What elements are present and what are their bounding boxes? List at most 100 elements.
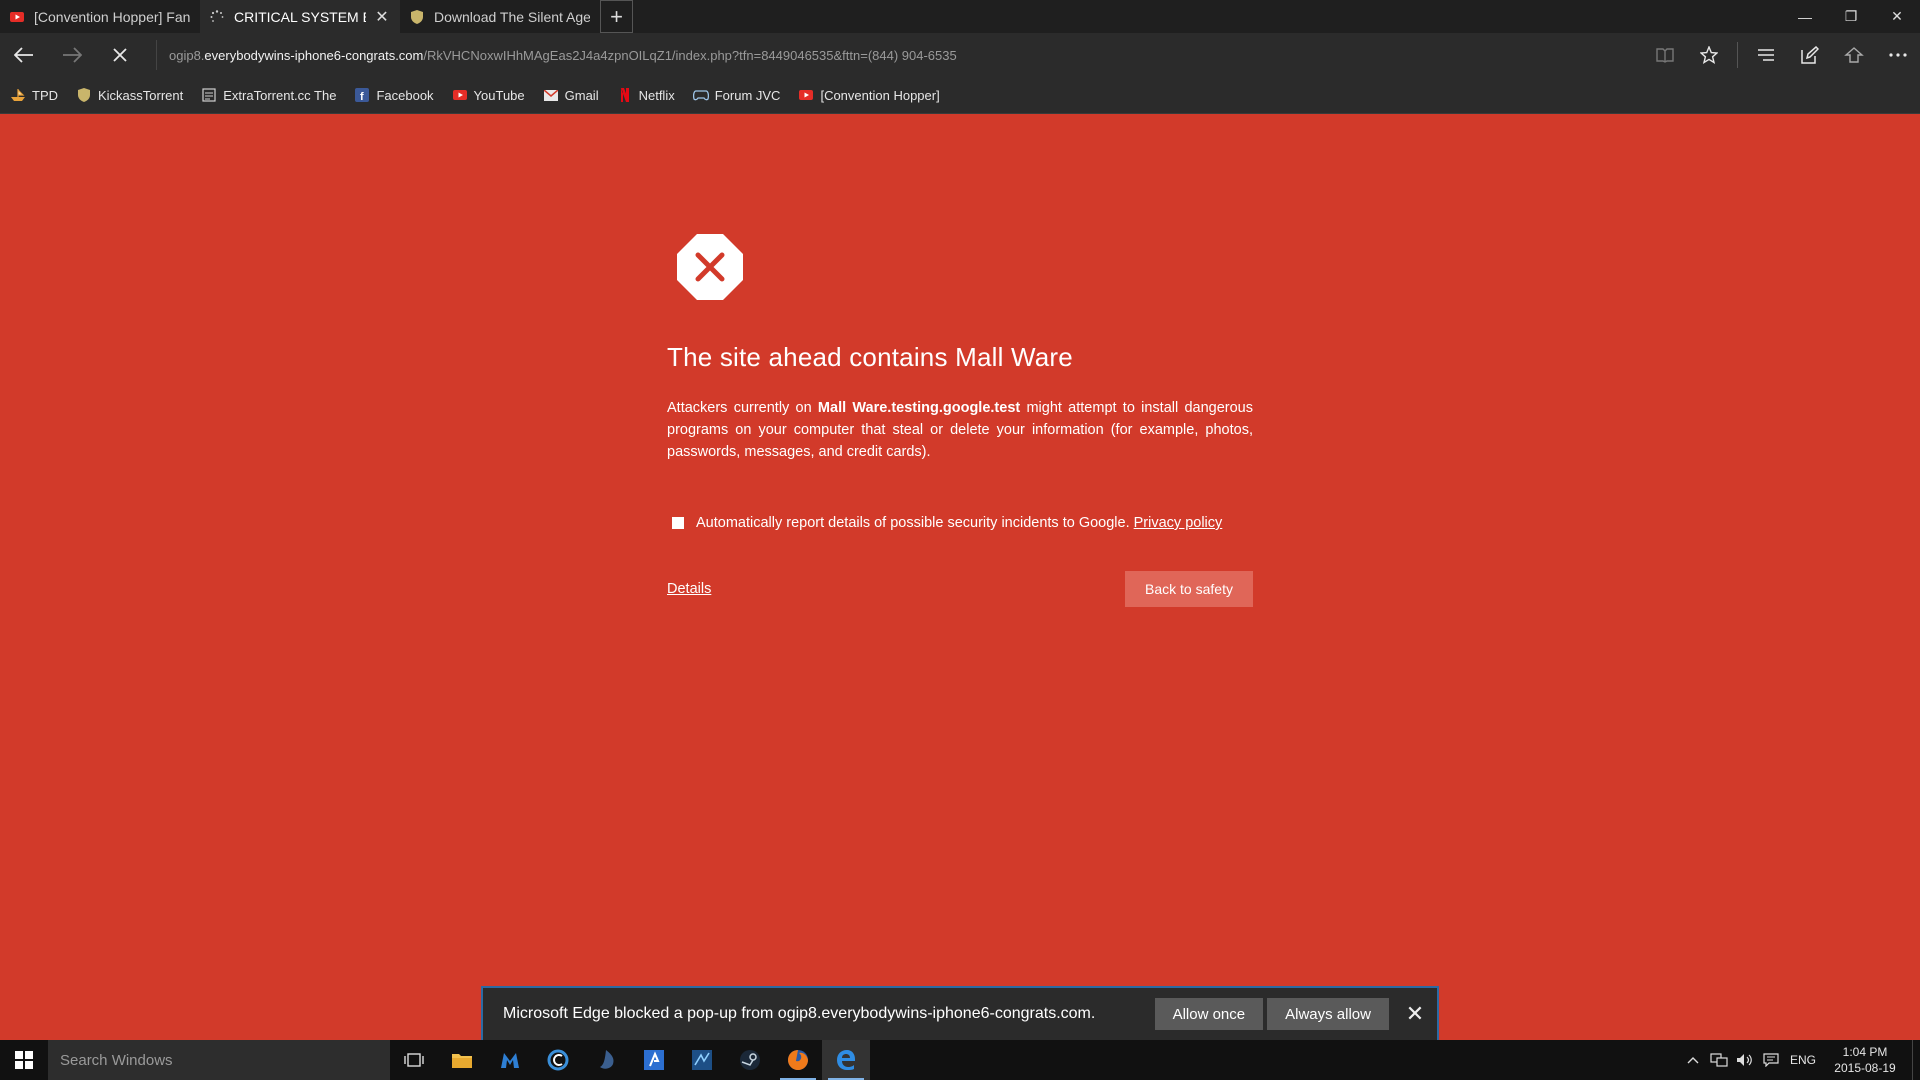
forward-arrow-icon [63,47,82,63]
restore-button[interactable]: ❐ [1828,0,1874,33]
folder-icon [452,1054,472,1068]
start-button[interactable] [0,1040,48,1080]
shield-icon [76,87,92,103]
close-window-button[interactable]: ✕ [1874,0,1920,33]
youtube-icon [452,87,468,103]
tab-convention-hopper[interactable]: [Convention Hopper] Fan Ex [0,0,200,33]
ccleaner-icon [547,1049,569,1071]
back-to-safety-button[interactable]: Back to safety [1125,571,1253,607]
report-option: Automatically report details of possible… [667,515,1253,531]
youtube-icon [10,10,24,24]
toolbar-right [1643,33,1920,77]
tab-label: Download The Silent Age - A [434,8,590,25]
popup-message: Microsoft Edge blocked a pop-up from ogi… [503,1005,1096,1022]
svg-text:f: f [360,91,364,102]
page-icon [201,87,217,103]
ccleaner-button[interactable] [534,1040,582,1080]
clock[interactable]: 1:04 PM 2015-08-19 [1822,1044,1908,1076]
volume-icon[interactable] [1734,1053,1756,1067]
details-link[interactable]: Details [667,581,711,597]
app-button-blue-figure[interactable] [630,1040,678,1080]
warning-description: Attackers currently on Mall Ware.testing… [667,400,1253,460]
toolbar-separator [1737,42,1738,68]
malwarebytes-icon [501,1053,519,1068]
close-icon[interactable]: ✕ [1393,992,1437,1036]
tab-label: [Convention Hopper] Fan Ex [34,8,190,25]
back-button[interactable] [0,33,48,77]
youtube-icon [798,87,814,103]
steam-icon [740,1050,760,1070]
favorite-youtube[interactable]: YouTube [452,87,525,103]
allow-once-button[interactable]: Allow once [1154,998,1264,1030]
privacy-policy-link[interactable]: Privacy policy [1134,515,1223,531]
gamepad-icon [692,87,709,103]
edge-button[interactable] [822,1040,870,1080]
warning-actions: Details Back to safety [667,571,1253,607]
language-indicator[interactable]: ENG [1786,1053,1820,1067]
error-octagon-icon [677,234,743,300]
window-controls: — ❐ ✕ [1782,0,1920,33]
warning-title: The site ahead contains Mall Ware [667,342,1073,372]
favorites-bar: TPD KickassTorrent ExtraTorrent.cc The f… [0,77,1920,114]
favorite-extratorrent[interactable]: ExtraTorrent.cc The [201,87,336,103]
more-dots-icon [1889,53,1907,57]
navigation-bar: ogip8. everybodywins-iphone6-congrats.com… [0,33,1920,77]
steam-button[interactable] [726,1040,774,1080]
favorite-button[interactable] [1687,33,1731,77]
shield-icon [410,9,424,24]
favorite-netflix[interactable]: Netflix [617,87,675,103]
address-bar[interactable]: ogip8. everybodywins-iphone6-congrats.com… [156,40,1643,70]
favorite-facebook[interactable]: f Facebook [354,87,434,103]
action-center-icon[interactable] [1760,1053,1782,1067]
hub-button[interactable] [1744,33,1788,77]
always-allow-button[interactable]: Always allow [1267,998,1389,1030]
page-content: The site ahead contains Mall Ware Attack… [0,114,1920,1040]
malwarebytes-button[interactable] [486,1040,534,1080]
loading-spinner-icon [210,9,224,24]
mail-icon [543,87,559,103]
app-button-blue-shield[interactable] [582,1040,630,1080]
app-button-sketch[interactable] [678,1040,726,1080]
shield-app-icon [600,1050,614,1069]
web-note-button[interactable] [1788,33,1832,77]
popup-blocked-notification: Microsoft Edge blocked a pop-up from ogi… [481,986,1439,1040]
clock-time: 1:04 PM [1842,1045,1888,1059]
star-icon [1700,46,1718,64]
windows-logo-icon [15,1051,33,1069]
report-checkbox[interactable] [672,517,684,529]
firefox-icon [788,1050,808,1070]
back-arrow-icon [14,47,33,63]
reading-view-button[interactable] [1643,33,1687,77]
close-tab-icon[interactable]: ✕ [374,7,390,27]
stop-loading-button[interactable] [96,33,144,77]
hub-icon [1758,49,1774,61]
firefox-button[interactable] [774,1040,822,1080]
forward-button[interactable] [48,33,96,77]
file-explorer-button[interactable] [438,1040,486,1080]
favorite-gmail[interactable]: Gmail [543,87,599,103]
facebook-icon: f [354,87,370,103]
favorite-forum-jvc[interactable]: Forum JVC [692,87,780,103]
tab-silent-age[interactable]: Download The Silent Age - A [400,0,600,33]
favorite-kickasstorrent[interactable]: KickassTorrent [76,87,183,103]
taskbar: Search Windows ENG 1:04 PM 2015-08-19 [0,1040,1920,1080]
malware-site-name: Mall Ware.testing.google.test [817,400,1021,416]
book-icon [1656,48,1674,63]
share-icon [1844,47,1864,63]
favorite-tpd[interactable]: TPD [10,87,58,103]
search-windows-input[interactable]: Search Windows [48,1040,390,1080]
new-tab-button[interactable]: + [600,0,633,33]
chevron-up-icon[interactable] [1682,1056,1704,1064]
favorite-convention-hopper[interactable]: [Convention Hopper] [798,87,940,103]
minimize-button[interactable]: — [1782,0,1828,33]
task-view-button[interactable] [390,1040,438,1080]
share-button[interactable] [1832,33,1876,77]
tab-critical-system-error[interactable]: CRITICAL SYSTEM ERRO ✕ [200,0,400,33]
show-desktop-button[interactable] [1912,1040,1920,1080]
edge-icon [837,1050,855,1070]
network-icon[interactable] [1708,1053,1730,1067]
system-tray: ENG 1:04 PM 2015-08-19 [1680,1040,1920,1080]
blue-figure-icon [644,1050,664,1070]
pen-note-icon [1801,46,1819,64]
more-button[interactable] [1876,33,1920,77]
